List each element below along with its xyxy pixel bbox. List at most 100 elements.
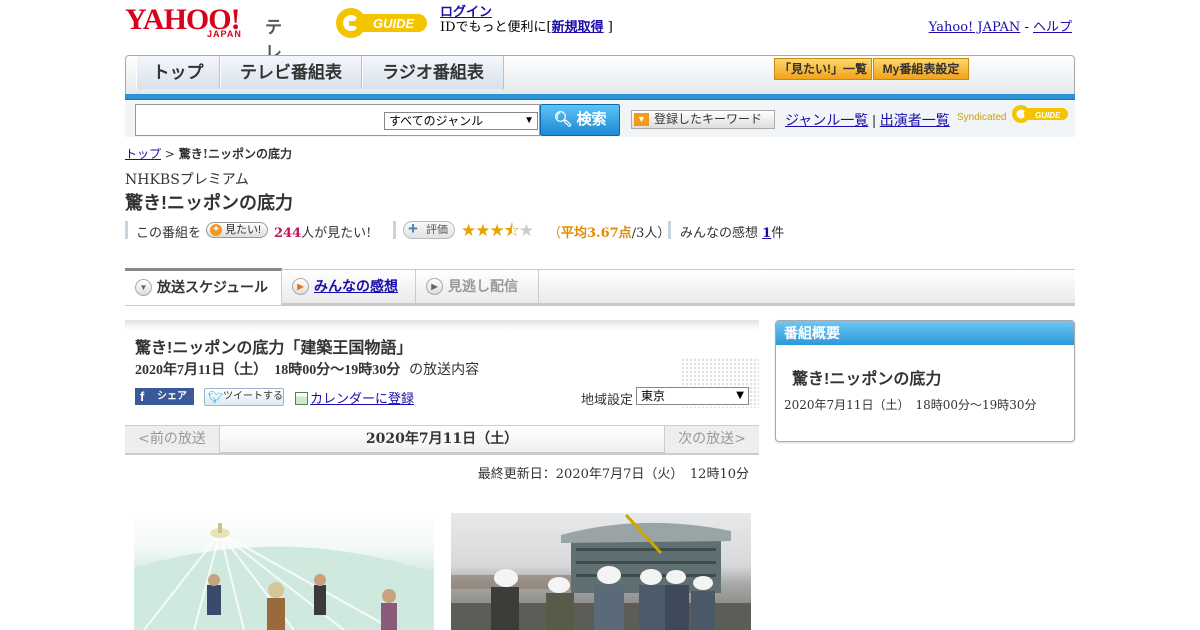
search-bar: すべてのジャンル ▼ 🔍︎ 検索 ▼ 登録したキーワード ジャンル一覧 | 出演… xyxy=(125,101,1075,137)
star-half-icon: ⯪ xyxy=(503,221,520,241)
link-separator: | xyxy=(872,112,876,128)
id-text-end: ] xyxy=(607,20,613,35)
episode-title: 驚き!ニッポンの底力「建築王国物語」 xyxy=(135,340,413,357)
this-program-label: この番組を xyxy=(136,226,202,241)
breadcrumb: トップ > 驚き!ニッポンの底力 xyxy=(125,145,292,162)
facebook-share-label: シェア xyxy=(157,391,187,402)
genre-select[interactable]: すべてのジャンル ▼ xyxy=(384,112,538,130)
impressions-label: みんなの感想 xyxy=(680,226,759,241)
rating-people: /3人） xyxy=(631,226,671,241)
nav-tab-top[interactable]: トップ xyxy=(136,56,220,89)
mitai-count: 244 xyxy=(274,226,302,241)
episode-datetime: 2020年7月11日（土） 18時00分～19時30分 xyxy=(135,363,401,378)
breadcrumb-home[interactable]: トップ xyxy=(125,147,161,161)
area-selected-value: 東京 xyxy=(641,389,666,403)
play-icon: ▶ xyxy=(426,278,443,295)
rating-average: 平均3.67点 xyxy=(561,226,632,241)
program-title: 驚き!ニッポンの底力 xyxy=(125,193,293,213)
my-schedule-button[interactable]: My番組表設定 xyxy=(873,58,969,80)
stat-divider xyxy=(125,221,128,239)
prev-broadcast-button[interactable]: <前の放送 xyxy=(125,426,220,453)
syndicated-label: Syndicated xyxy=(957,112,1007,123)
play-icon: ▶ xyxy=(292,278,309,295)
tab-impressions[interactable]: ▶ みんなの感想 xyxy=(282,270,416,304)
impressions-count-link[interactable]: 1 xyxy=(762,226,771,241)
episode-photo-1 xyxy=(134,513,434,630)
card-shadow xyxy=(125,320,759,330)
episode-photo-2 xyxy=(451,513,751,630)
tweet-button[interactable]: 🐦︎ ツイートする xyxy=(204,388,284,406)
star-full-icon: ★ xyxy=(461,221,476,241)
tab-missed-streaming: ▶ 見逃し配信 xyxy=(416,270,539,304)
id-text: IDでもっと便利に[ xyxy=(440,20,552,35)
nav-tab-radio-schedule[interactable]: ラジオ番組表 xyxy=(362,56,504,89)
program-stats: この番組を + 見たい! 244人が見たい! + 評価 ★★★⯪★ （平均3.6… xyxy=(125,219,825,241)
rating-button-label: 評価 xyxy=(426,224,448,236)
svg-text:GUIDE: GUIDE xyxy=(1035,111,1061,120)
help-link[interactable]: ヘルプ xyxy=(1033,20,1072,35)
tab-missed-streaming-label: 見逃し配信 xyxy=(448,278,518,294)
tweet-label: ツイートする xyxy=(223,391,283,402)
impressions-suffix: 件 xyxy=(771,226,785,241)
rating-open-paren: （ xyxy=(548,226,562,241)
impressions-summary: みんなの感想 1件 xyxy=(680,222,784,241)
top-right-links: Yahoo! JAPAN - ヘルプ xyxy=(929,16,1072,35)
search-icon: 🔍︎ xyxy=(553,111,573,128)
mitai-count-text: 244人が見たい! xyxy=(274,222,371,241)
program-overview-datetime: 2020年7月11日（土） 18時00分～19時30分 xyxy=(784,398,1037,412)
genre-list-link[interactable]: ジャンル一覧 xyxy=(785,112,868,128)
tab-impressions-label: みんなの感想 xyxy=(314,278,398,294)
breadcrumb-sep: > xyxy=(164,147,175,161)
area-label: 地域設定 xyxy=(581,393,634,408)
login-box: ログイン IDでもっと便利に[新規取得 ] xyxy=(440,5,613,35)
calendar-register-link[interactable]: カレンダーに登録 xyxy=(310,392,414,407)
search-button[interactable]: 🔍︎ 検索 xyxy=(540,104,620,136)
main-nav: トップ テレビ番組表 ラジオ番組表 「見たい!」一覧 My番組表設定 xyxy=(125,55,1075,100)
nav-blue-bar xyxy=(125,94,1075,100)
calendar-register: カレンダーに登録 xyxy=(295,388,414,407)
mitai-suffix: 人が見たい! xyxy=(301,226,372,241)
photo-2-scene xyxy=(451,513,751,630)
area-select[interactable]: 東京 ▼ xyxy=(636,387,749,405)
star-empty-icon: ★ xyxy=(518,221,534,241)
program-overview-header: 番組概要 xyxy=(776,321,1074,345)
next-broadcast-button[interactable]: 次の放送> xyxy=(664,426,759,453)
yahoo-japan-link[interactable]: Yahoo! JAPAN xyxy=(929,20,1021,35)
cast-list-link[interactable]: 出演者一覧 xyxy=(880,112,950,128)
search-button-label: 検索 xyxy=(576,111,607,128)
episode-datetime-suffix: の放送内容 xyxy=(409,362,480,378)
sub-tabs: ▼ 放送スケジュール ▶ みんなの感想 ▶ 見逃し配信 xyxy=(125,268,1075,306)
mitai-button-label: 見たい! xyxy=(225,224,262,236)
star-full-icon: ★ xyxy=(475,221,490,241)
rating-button[interactable]: + 評価 xyxy=(403,219,455,239)
program-overview-title: 驚き!ニッポンの底力 xyxy=(792,371,942,388)
program-overview-box: 番組概要 驚き!ニッポンの底力 2020年7月11日（土） 18時00分～19時… xyxy=(775,320,1075,442)
signup-link[interactable]: 新規取得 xyxy=(552,20,604,35)
last-updated: 最終更新日：2020年7月7日（火） 12時10分 xyxy=(477,467,749,482)
page: YAHOO! JAPAN テレビ GUIDE ログイン IDでもっと便利に[新規… xyxy=(125,0,1075,630)
registered-keywords-label: 登録したキーワード xyxy=(654,112,763,126)
yahoo-logo-japan: JAPAN xyxy=(207,29,242,39)
gguide-logo: GUIDE xyxy=(336,8,427,38)
login-link[interactable]: ログイン xyxy=(440,5,492,20)
photo-1-scene xyxy=(134,523,434,630)
triangle-down-icon: ▼ xyxy=(634,113,649,126)
rating-summary: （平均3.67点/3人） xyxy=(548,222,670,241)
facebook-share-button[interactable]: f シェア xyxy=(135,388,194,405)
mitai-button[interactable]: + 見たい! xyxy=(206,222,269,238)
date-navigation: <前の放送 2020年7月11日（土） 次の放送> xyxy=(125,425,759,455)
chevron-down-icon: ▼ xyxy=(524,115,534,126)
nav-tab-tv-schedule[interactable]: テレビ番組表 xyxy=(220,56,362,89)
yahoo-logo[interactable]: YAHOO! JAPAN テレビ xyxy=(125,5,282,88)
plus-icon: + xyxy=(408,219,418,238)
stat-divider xyxy=(393,221,396,239)
episode-datetime-row: 2020年7月11日（土） 18時00分～19時30分 の放送内容 xyxy=(135,359,479,379)
mitai-list-button[interactable]: 「見たい!」一覧 xyxy=(774,58,872,80)
svg-text:GUIDE: GUIDE xyxy=(373,16,415,31)
twitter-bird-icon: 🐦︎ xyxy=(208,390,224,404)
calendar-icon xyxy=(295,392,308,405)
registered-keywords-button[interactable]: ▼ 登録したキーワード xyxy=(631,110,775,129)
genre-selected-value: すべてのジャンル xyxy=(389,114,484,128)
link-dash: - xyxy=(1024,20,1029,35)
tab-broadcast-schedule[interactable]: ▼ 放送スケジュール xyxy=(125,268,282,305)
